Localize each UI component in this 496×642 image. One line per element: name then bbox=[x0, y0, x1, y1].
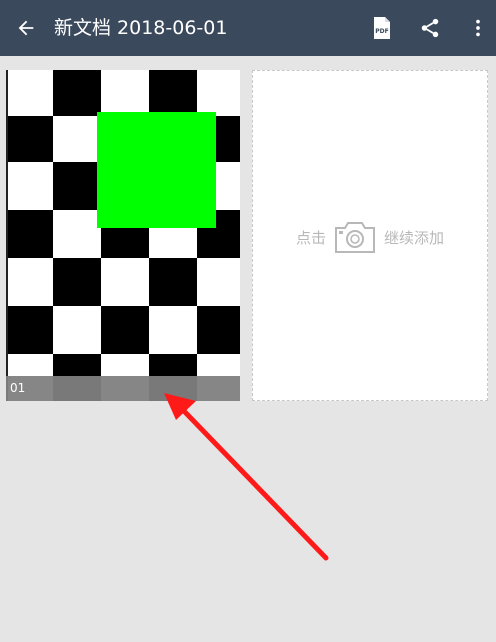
add-hint-right: 继续添加 bbox=[384, 228, 445, 247]
share-icon bbox=[421, 18, 439, 38]
page-number-label: 01 bbox=[6, 376, 240, 401]
app-toolbar: 新文档 2018-06-01 PDF bbox=[0, 0, 496, 56]
page-image bbox=[6, 70, 240, 401]
pdf-icon: PDF bbox=[374, 17, 390, 39]
page-thumbnail[interactable]: 01 bbox=[6, 70, 240, 401]
share-button[interactable] bbox=[412, 10, 448, 46]
document-title: 新文档 2018-06-01 bbox=[54, 17, 228, 39]
add-hint-left: 点击 bbox=[295, 228, 326, 247]
more-options-button[interactable] bbox=[460, 10, 496, 46]
back-arrow-icon bbox=[18, 20, 34, 36]
camera-icon bbox=[335, 222, 375, 253]
more-vert-icon bbox=[476, 19, 480, 37]
add-page-card[interactable]: 点击 继续添加 bbox=[252, 70, 488, 401]
pdf-icon-text: PDF bbox=[375, 28, 388, 35]
back-button[interactable] bbox=[8, 10, 44, 46]
export-pdf-button[interactable]: PDF bbox=[364, 10, 400, 46]
add-page-hint: 点击 继续添加 bbox=[253, 217, 487, 257]
